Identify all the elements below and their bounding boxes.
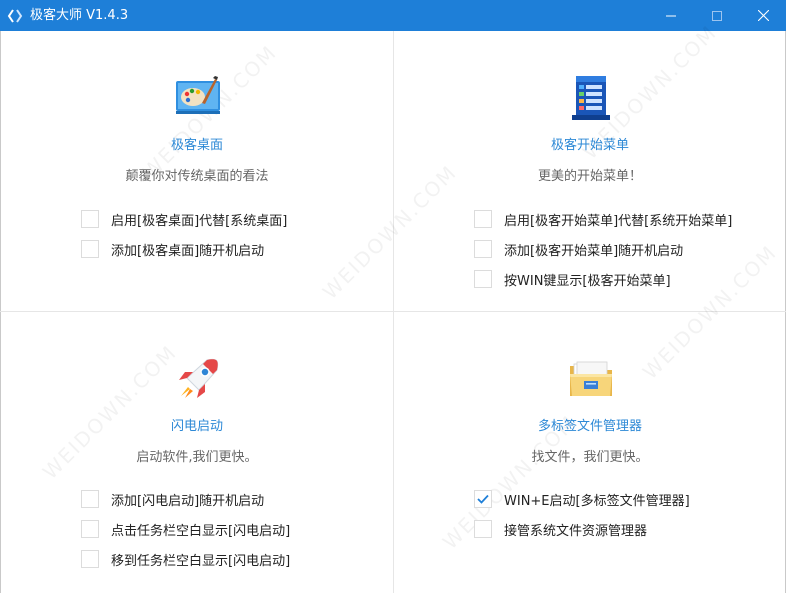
- option-label: 移到任务栏空白显示[闪电启动]: [111, 553, 291, 569]
- checkbox[interactable]: [474, 520, 492, 538]
- option-label: 添加[极客开始菜单]随开机启动: [504, 243, 684, 259]
- maximize-button[interactable]: [694, 0, 740, 31]
- window-title: 极客大师 V1.4.3: [30, 8, 129, 23]
- close-button[interactable]: [740, 0, 786, 31]
- minimize-button[interactable]: [648, 0, 694, 31]
- option-label: 添加[闪电启动]随开机启动: [111, 493, 265, 509]
- panel-description: 更美的开始菜单！: [537, 169, 642, 184]
- option-label: 启用[极客桌面]代替[系统桌面]: [111, 213, 288, 229]
- panel-geek-start-menu: 极客开始菜单 更美的开始菜单！ 启用[极客开始菜单]代替[系统开始菜单] 添加[…: [394, 31, 786, 311]
- folder-icon: [570, 361, 612, 396]
- option-enable-geek-start-menu[interactable]: 启用[极客开始菜单]代替[系统开始菜单]: [474, 209, 732, 229]
- option-label: 点击任务栏空白显示[闪电启动]: [111, 523, 291, 539]
- checkbox[interactable]: [81, 520, 99, 538]
- minimize-icon: [666, 15, 676, 16]
- panel-title: 多标签文件管理器: [537, 419, 642, 434]
- option-label: WIN+E启动[多标签文件管理器]: [504, 493, 690, 509]
- panel-description: 颠覆你对传统桌面的看法: [125, 169, 269, 184]
- panel-description: 启动软件,我们更快。: [136, 450, 258, 465]
- app-logo-icon: [7, 9, 23, 23]
- title-bar: 极客大师 V1.4.3: [0, 0, 786, 31]
- checkbox[interactable]: [474, 490, 492, 508]
- maximize-icon: [712, 10, 722, 21]
- panel-title: 极客开始菜单: [550, 138, 629, 153]
- rocket-icon: [179, 358, 219, 398]
- checkbox[interactable]: [474, 240, 492, 258]
- option-label: 启用[极客开始菜单]代替[系统开始菜单]: [504, 213, 733, 229]
- option-label: 按WIN键显示[极客开始菜单]: [504, 273, 671, 289]
- checkbox[interactable]: [81, 210, 99, 228]
- panel-title: 极客桌面: [170, 138, 223, 153]
- panel-title: 闪电启动: [170, 419, 223, 434]
- option-win-e-file-manager[interactable]: WIN+E启动[多标签文件管理器]: [474, 489, 690, 509]
- option-label: 添加[极客桌面]随开机启动: [111, 243, 265, 259]
- panel-geek-desktop: 极客桌面 颠覆你对传统桌面的看法 启用[极客桌面]代替[系统桌面] 添加[极客桌…: [1, 31, 393, 311]
- option-take-over-explorer[interactable]: 接管系统文件资源管理器: [474, 519, 647, 539]
- option-enable-geek-desktop[interactable]: 启用[极客桌面]代替[系统桌面]: [81, 209, 287, 229]
- option-geek-desktop-autostart[interactable]: 添加[极客桌面]随开机启动: [81, 239, 264, 259]
- checkbox[interactable]: [81, 550, 99, 568]
- option-flash-launch-autostart[interactable]: 添加[闪电启动]随开机启动: [81, 489, 264, 509]
- option-hover-taskbar-flash-launch[interactable]: 移到任务栏空白显示[闪电启动]: [81, 549, 290, 569]
- palette-icon: [176, 76, 220, 114]
- checkbox[interactable]: [474, 270, 492, 288]
- checkmark-icon: [477, 494, 489, 504]
- option-label: 接管系统文件资源管理器: [504, 523, 648, 539]
- close-icon: [757, 10, 769, 21]
- checkbox[interactable]: [81, 490, 99, 508]
- start-menu-icon: [572, 76, 610, 120]
- panel-flash-launch: 闪电启动 启动软件,我们更快。 添加[闪电启动]随开机启动 点击任务栏空白显示[…: [1, 312, 393, 592]
- panel-description: 找文件，我们更快。: [531, 450, 649, 465]
- option-click-taskbar-flash-launch[interactable]: 点击任务栏空白显示[闪电启动]: [81, 519, 290, 539]
- option-win-key-start-menu[interactable]: 按WIN键显示[极客开始菜单]: [474, 269, 671, 289]
- panel-tabbed-file-manager: 多标签文件管理器 找文件，我们更快。 WIN+E启动[多标签文件管理器] 接管系…: [394, 312, 786, 592]
- option-geek-start-menu-autostart[interactable]: 添加[极客开始菜单]随开机启动: [474, 239, 683, 259]
- checkbox[interactable]: [474, 210, 492, 228]
- checkbox[interactable]: [81, 240, 99, 258]
